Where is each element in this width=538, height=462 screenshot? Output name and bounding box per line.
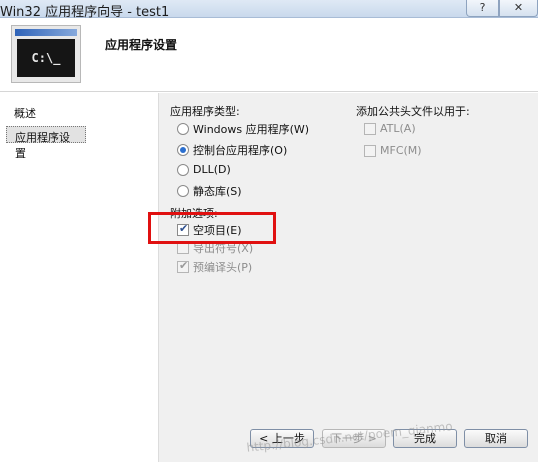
checkbox-atl[interactable]: ATL(A) [364, 122, 416, 135]
radio-label: 静态库(S) [193, 185, 242, 198]
help-icon: ? [479, 1, 486, 14]
checkbox-mfc[interactable]: MFC(M) [364, 144, 422, 157]
annotation-highlight-box [148, 212, 276, 244]
close-icon: ✕ [513, 1, 524, 14]
radio-static-lib[interactable]: 静态库(S) [177, 183, 242, 199]
nav-item-app-settings[interactable]: 应用程序设置 [6, 126, 86, 160]
wizard-nav: 概述 应用程序设置 [0, 93, 158, 462]
nav-item-overview[interactable]: 概述 [6, 103, 44, 123]
next-button[interactable]: 下一步 > [322, 429, 386, 448]
radio-console-app[interactable]: 控制台应用程序(O) [177, 142, 287, 158]
app-type-label: 应用程序类型: [170, 105, 240, 118]
checkbox-label: 预编译头(P) [193, 261, 253, 274]
prev-button[interactable]: < 上一步 [250, 429, 314, 448]
title-bar: Win32 应用程序向导 - test1 ? ✕ [0, 0, 538, 20]
radio-icon [177, 163, 189, 176]
radio-dll[interactable]: DLL(D) [177, 163, 231, 176]
radio-icon [177, 185, 189, 197]
radio-icon [177, 123, 189, 135]
checkbox-checked-icon [177, 259, 189, 273]
radio-label: Windows 应用程序(W) [193, 123, 310, 136]
checkbox-icon [364, 122, 376, 135]
checkbox-label: MFC(M) [380, 144, 422, 157]
help-button[interactable]: ? [466, 0, 499, 17]
page-title: 应用程序设置 [105, 38, 178, 52]
console-icon-titlebar [15, 29, 77, 36]
finish-button[interactable]: 完成 [393, 429, 457, 448]
common-headers-label: 添加公共头文件以用于: [356, 105, 470, 118]
cancel-button[interactable]: 取消 [464, 429, 528, 448]
wizard-header: C:\_ 应用程序设置 [0, 19, 538, 92]
radio-label: 控制台应用程序(O) [193, 144, 288, 157]
close-button[interactable]: ✕ [499, 0, 538, 17]
checkbox-icon [364, 144, 376, 157]
radio-label: DLL(D) [193, 163, 231, 176]
checkbox-precompiled-header[interactable]: 预编译头(P) [177, 259, 252, 275]
checkbox-label: ATL(A) [380, 122, 416, 135]
radio-selected-icon [177, 144, 189, 156]
window-title: Win32 应用程序向导 - test1 [0, 5, 170, 20]
console-app-icon: C:\_ [11, 25, 81, 83]
console-icon-screen: C:\_ [17, 39, 75, 77]
radio-windows-app[interactable]: Windows 应用程序(W) [177, 121, 309, 137]
